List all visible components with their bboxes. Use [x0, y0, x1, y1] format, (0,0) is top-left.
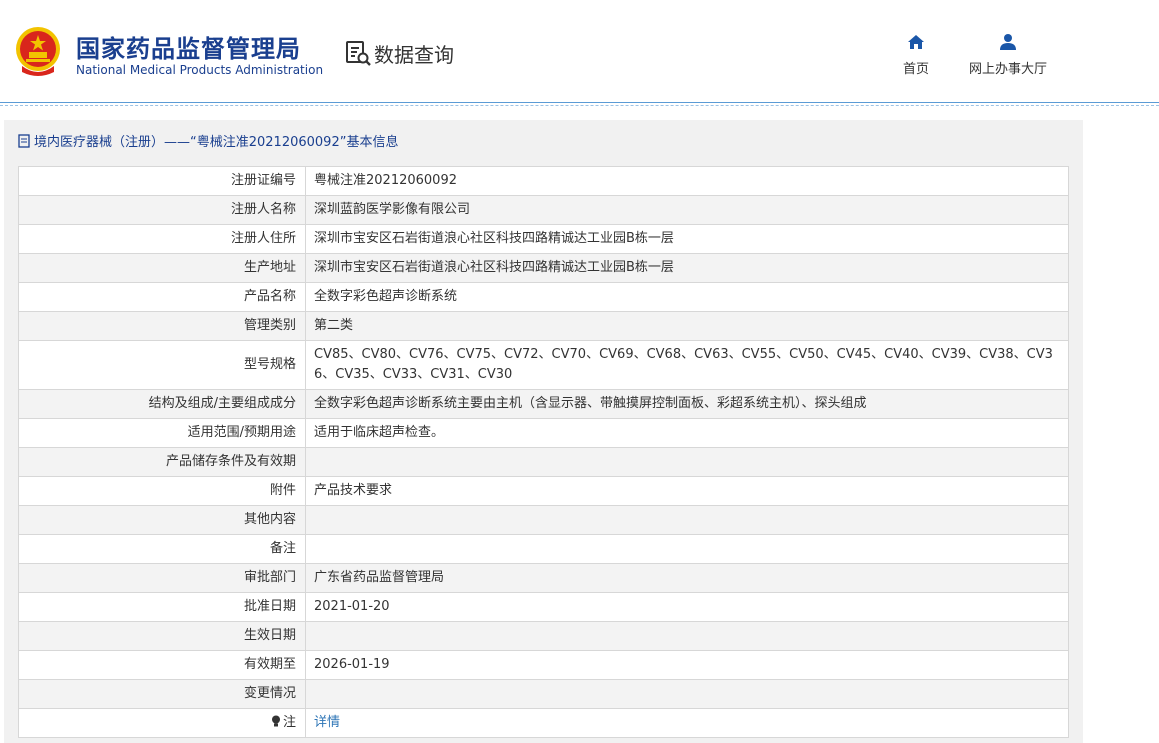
row-key: 生产地址: [18, 253, 306, 283]
national-emblem-icon: [16, 27, 60, 76]
row-value: 深圳市宝安区石岩街道浪心社区科技四路精诚达工业园B栋一层: [305, 224, 1069, 254]
nav-online-service-hall[interactable]: 网上办事大厅: [964, 32, 1052, 77]
table-row: 适用范围/预期用途 适用于临床超声检查。: [18, 418, 1069, 448]
site-logo-title[interactable]: 国家药品监督管理局: [76, 29, 301, 64]
table-row: 结构及组成/主要组成成分 全数字彩色超声诊断系统主要由主机（含显示器、带触摸屏控…: [18, 389, 1069, 419]
table-row: 生效日期: [18, 621, 1069, 651]
table-row: 审批部门 广东省药品监督管理局: [18, 563, 1069, 593]
row-key: 产品名称: [18, 282, 306, 312]
row-value: 广东省药品监督管理局: [305, 563, 1069, 593]
row-value: 2026-01-19: [305, 650, 1069, 680]
row-key: 产品储存条件及有效期: [18, 447, 306, 477]
row-key: 注册人住所: [18, 224, 306, 254]
row-key: 批准日期: [18, 592, 306, 622]
row-value: [305, 505, 1069, 535]
row-key: 审批部门: [18, 563, 306, 593]
row-key: 生效日期: [18, 621, 306, 651]
data-query-label: 数据查询: [374, 42, 454, 67]
data-query-section[interactable]: 数据查询: [344, 39, 454, 67]
row-value: 2021-01-20: [305, 592, 1069, 622]
row-key: 注册人名称: [18, 195, 306, 225]
table-row: 产品名称 全数字彩色超声诊断系统: [18, 282, 1069, 312]
row-value: [305, 534, 1069, 564]
detail-panel: 境内医疗器械（注册）——“粤械注准20212060092”基本信息 注册证编号 …: [4, 120, 1083, 743]
document-search-icon: [346, 41, 371, 66]
row-value: 全数字彩色超声诊断系统主要由主机（含显示器、带触摸屏控制面板、彩超系统主机）、探…: [305, 389, 1069, 419]
nav-home[interactable]: 首页: [896, 32, 936, 77]
row-key: 变更情况: [18, 679, 306, 709]
table-row: 管理类别 第二类: [18, 311, 1069, 341]
info-table: 注册证编号 粤械注准20212060092 注册人名称 深圳蓝韵医学影像有限公司…: [18, 166, 1069, 738]
row-key: 有效期至: [18, 650, 306, 680]
table-row: 注册人名称 深圳蓝韵医学影像有限公司: [18, 195, 1069, 225]
row-key: 注册证编号: [18, 166, 306, 196]
table-row: 备注: [18, 534, 1069, 564]
table-row: 型号规格 CV85、CV80、CV76、CV75、CV72、CV70、CV69、…: [18, 340, 1069, 390]
row-key: 附件: [18, 476, 306, 506]
panel-title: 境内医疗器械（注册）——“粤械注准20212060092”基本信息: [18, 131, 398, 150]
header-divider: [0, 102, 1159, 106]
site-logo-subtitle[interactable]: National Medical Products Administration: [76, 63, 323, 77]
row-key: 其他内容: [18, 505, 306, 535]
row-value: 深圳市宝安区石岩街道浪心社区科技四路精诚达工业园B栋一层: [305, 253, 1069, 283]
table-row: 变更情况: [18, 679, 1069, 709]
table-row: 批准日期 2021-01-20: [18, 592, 1069, 622]
row-key: 备注: [18, 534, 306, 564]
row-key: 管理类别: [18, 311, 306, 341]
table-row: 生产地址 深圳市宝安区石岩街道浪心社区科技四路精诚达工业园B栋一层: [18, 253, 1069, 283]
lightbulb-icon: [271, 715, 280, 727]
site-header: 国家药品监督管理局 National Medical Products Admi…: [0, 0, 1159, 103]
details-link[interactable]: 详情: [314, 715, 340, 730]
row-key-note: 注: [18, 708, 306, 738]
row-value: 深圳蓝韵医学影像有限公司: [305, 195, 1069, 225]
row-value: [305, 679, 1069, 709]
home-icon: [908, 35, 924, 49]
panel-title-text: 境内医疗器械（注册）——“粤械注准20212060092”基本信息: [34, 135, 399, 150]
row-value: CV85、CV80、CV76、CV75、CV72、CV70、CV69、CV68、…: [305, 340, 1069, 390]
row-value: [305, 447, 1069, 477]
row-value: 粤械注准20212060092: [305, 166, 1069, 196]
table-row: 产品储存条件及有效期: [18, 447, 1069, 477]
row-value: 第二类: [305, 311, 1069, 341]
nav-home-label: 首页: [902, 62, 929, 77]
row-key: 结构及组成/主要组成成分: [18, 389, 306, 419]
row-value: 产品技术要求: [305, 476, 1069, 506]
table-row: 注 详情: [18, 708, 1069, 738]
table-row: 有效期至 2026-01-19: [18, 650, 1069, 680]
row-value: 全数字彩色超声诊断系统: [305, 282, 1069, 312]
table-row: 其他内容: [18, 505, 1069, 535]
row-key: 型号规格: [18, 340, 306, 390]
row-value-note: 详情: [305, 708, 1069, 738]
note-label: 注: [282, 715, 296, 730]
row-key: 适用范围/预期用途: [18, 418, 306, 448]
nav-online-service-hall-label: 网上办事大厅: [968, 62, 1047, 77]
row-value: [305, 621, 1069, 651]
user-icon: [1000, 34, 1016, 50]
row-value: 适用于临床超声检查。: [305, 418, 1069, 448]
table-row: 注册人住所 深圳市宝安区石岩街道浪心社区科技四路精诚达工业园B栋一层: [18, 224, 1069, 254]
document-icon: [18, 133, 30, 148]
table-row: 附件 产品技术要求: [18, 476, 1069, 506]
table-row: 注册证编号 粤械注准20212060092: [18, 166, 1069, 196]
